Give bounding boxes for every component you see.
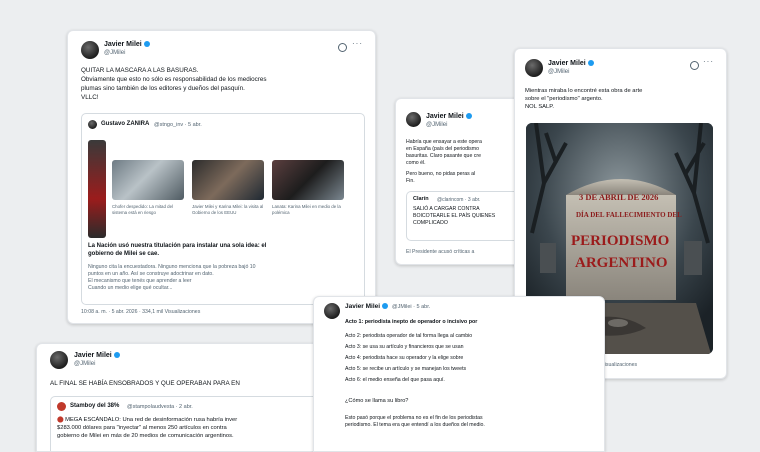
news-caption: Chofer despedido: La mitad del sistema e… xyxy=(112,204,174,215)
alert-icon: ⬤ xyxy=(57,417,66,423)
author-handle: @JMilei xyxy=(74,361,96,367)
tweet-text-line: Habría que ensayar a este opera xyxy=(406,139,482,145)
grok-icon[interactable] xyxy=(690,61,699,70)
poster-date: 3 DE ABRIL DE 2026 xyxy=(579,192,659,202)
avatar[interactable] xyxy=(50,351,68,369)
avatar[interactable] xyxy=(525,59,543,77)
tweet-text-line: Obviamente que esto no sólo es responsab… xyxy=(81,76,267,83)
author-name[interactable]: Javier Milei xyxy=(345,303,389,310)
tweet-footer: El Presidente acusó críticas a xyxy=(406,249,475,255)
act-line: Acto 4: periodista hace su operador y la… xyxy=(345,355,464,361)
author-name[interactable]: Javier Milei xyxy=(426,113,472,120)
poster-subtitle: DÍA DEL FALLECIMIENTO DEL xyxy=(576,211,682,219)
tweet-text-line: NOL SALP. xyxy=(525,104,555,110)
tweet-text-line: basuritas. Claro pasante que cre xyxy=(406,153,481,159)
avatar[interactable] xyxy=(324,303,340,319)
verified-icon xyxy=(113,352,120,359)
quote-author[interactable]: Stamboy del 38% xyxy=(70,403,119,409)
tweet-text-line: plumas sino también de los editores y du… xyxy=(81,85,245,92)
news-caption: Lanata: Karina Milei en medio de la polé… xyxy=(272,204,341,215)
tweet-text: AL FINAL SE HABÍA ENSOBRADOS Y QUE OPERA… xyxy=(50,380,240,387)
quote-body-line: El mecanismo que tenés que aprender a le… xyxy=(88,278,192,284)
poster-word-argentino: ARGENTINO xyxy=(575,255,668,271)
more-icon[interactable]: ··· xyxy=(703,57,714,66)
question-line: ¿Cómo se llama su libro? xyxy=(345,398,409,404)
quoted-tweet[interactable]: Gustavo ZANIRA @stngo_inv · 5 abr. Chofe… xyxy=(81,113,365,305)
quote-headline: gobierno de Milei se cae. xyxy=(88,251,160,257)
tweet-text-line: QUITAR LA MASCARA A LAS BASURAS. xyxy=(81,67,199,74)
quoted-tweet[interactable]: Stamboy del 38% @stampolaudvesta · 2 abr… xyxy=(50,396,334,451)
quote-handle: @stampolaudvesta · 2 abr. xyxy=(127,403,193,410)
quote-body-line: Ninguno cita la encuestadora. Ninguno me… xyxy=(88,264,256,270)
grok-icon[interactable] xyxy=(338,43,347,52)
tweet-text-line: sobre el "periodismo" argento. xyxy=(525,96,603,102)
quote-handle: @stngo_inv · 5 abr. xyxy=(154,121,202,128)
poster-word-periodismo: PERIODISMO xyxy=(571,233,670,249)
verified-icon xyxy=(143,41,150,48)
quote-body-line: puntos en un año. Así se construye adoct… xyxy=(88,271,214,277)
quote-avatar xyxy=(88,120,97,129)
act-line: Acto 6: el medio enseña del que pasa aqu… xyxy=(345,377,445,383)
quote-avatar xyxy=(57,402,66,411)
quote-line: gobierno de Milei en más de 20 medios de… xyxy=(57,433,234,439)
act-line: Acto 1: periodista inepto de operador o … xyxy=(345,319,478,325)
author-handle: @JMilei xyxy=(104,50,126,56)
bottom-line: Esto pasó porque el problema no es el fi… xyxy=(345,415,483,421)
tweet-card-actos[interactable]: Javier Milei @JMilei · 5 abr. Acto 1: pe… xyxy=(313,296,605,452)
tweet-text-line: VLLC! xyxy=(81,94,99,101)
quote-author[interactable]: Gustavo ZANIRA xyxy=(101,121,149,127)
tweet-text-line: Fin. xyxy=(406,178,415,184)
quote-handle: @clarincom · 3 abr. xyxy=(437,196,481,203)
news-caption: Javier Milei y Karina Milei: la visita a… xyxy=(192,204,264,215)
tweet-footer: 10:08 a. m. · 5 abr. 2026 · 334,1 mil Vi… xyxy=(81,309,201,315)
quoted-tweet[interactable]: Clarín @clarincom · 3 abr. SALIÓ A CARGA… xyxy=(406,191,526,241)
more-icon[interactable]: ··· xyxy=(352,39,363,48)
author-name[interactable]: Javier Milei xyxy=(74,352,120,359)
quote-line: BOICOTEARLE EL PAÍS QUIENES xyxy=(413,213,496,219)
tweet-card-ensobrados[interactable]: Javier Milei @JMilei AL FINAL SE HABÍA E… xyxy=(36,343,335,452)
author-handle: @JMilei xyxy=(548,69,570,75)
news-image[interactable] xyxy=(272,160,344,200)
act-line: Acto 3: se usa su artículo y financieros… xyxy=(345,344,464,350)
avatar[interactable] xyxy=(81,41,99,59)
tweet-text-line: en España (país del periodismo xyxy=(406,146,479,152)
quote-line: $283.000 dólares para "inyectar" al meno… xyxy=(57,425,227,431)
bottom-line: periodismo. El tema era que entendí a lo… xyxy=(345,422,485,428)
quote-headline: La Nación usó nuestra titulación para in… xyxy=(88,243,267,249)
verified-icon xyxy=(465,113,472,120)
act-line: Acto 5: se recibe un artículo y se manej… xyxy=(345,366,467,372)
tweet-text-line: como él. xyxy=(406,160,426,166)
verified-icon xyxy=(587,60,594,67)
verified-icon xyxy=(382,303,389,310)
quote-line: SALIÓ A CARGAR CONTRA xyxy=(413,206,480,212)
news-image[interactable] xyxy=(112,160,184,200)
quote-body-line: Cuando un medio elige qué ocultar... xyxy=(88,285,173,291)
video-thumbnail[interactable] xyxy=(88,140,106,238)
tweet-text-line: Mientras miraba lo encontré esta obra de… xyxy=(525,88,643,94)
quote-source[interactable]: Clarín xyxy=(413,196,429,202)
act-line: Acto 2: periodista operador de tal forma… xyxy=(345,333,473,339)
avatar[interactable] xyxy=(406,112,421,127)
author-name[interactable]: Javier Milei xyxy=(548,60,594,67)
news-image[interactable] xyxy=(192,160,264,200)
author-handle: @JMilei · 5 abr. xyxy=(392,303,431,310)
author-name[interactable]: Javier Milei xyxy=(104,41,150,48)
tweet-text-line: Pero bueno, no pidas peras al xyxy=(406,171,476,177)
author-handle: @JMilei xyxy=(426,122,448,128)
tweet-card-habria[interactable]: Javier Milei @JMilei Habría que ensayar … xyxy=(395,98,527,265)
quote-line: ⬤ MEGA ESCÁNDALO: Una red de desinformac… xyxy=(57,417,238,423)
quote-line: COMPLICADO xyxy=(413,220,448,226)
tweet-card-quitar[interactable]: Javier Milei @JMilei ··· QUITAR LA MASCA… xyxy=(67,30,376,324)
